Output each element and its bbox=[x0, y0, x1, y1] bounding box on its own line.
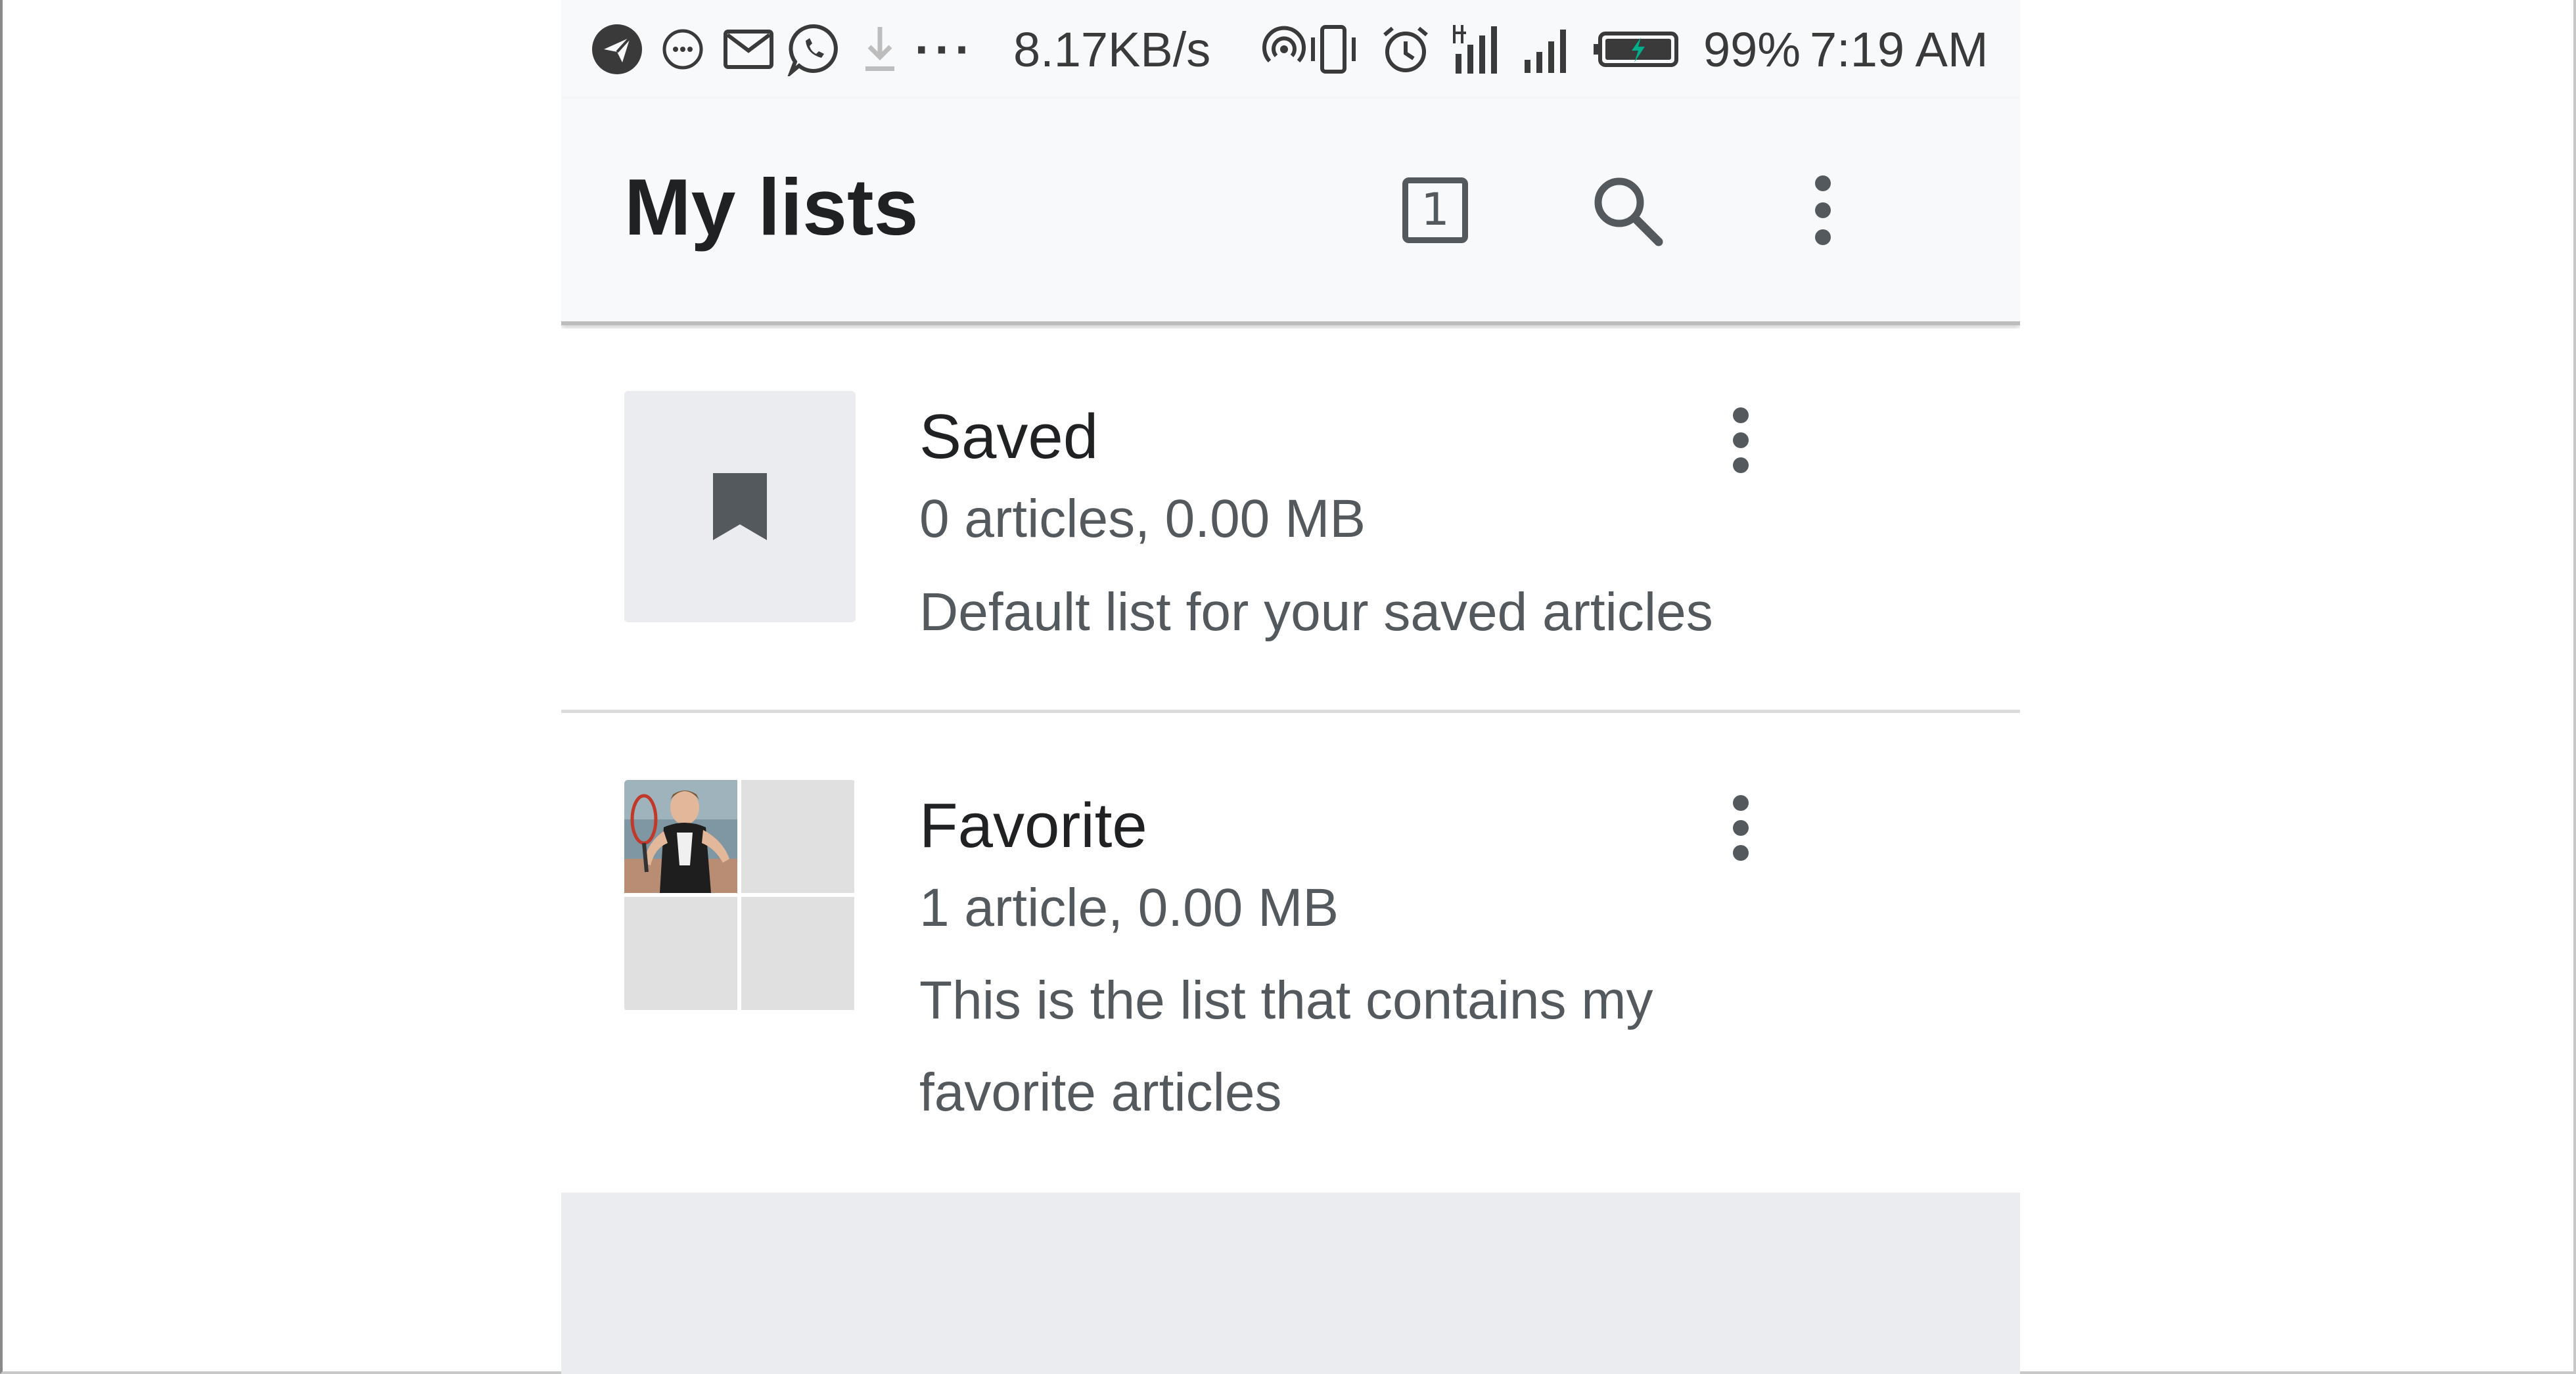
messenger-icon bbox=[656, 20, 709, 79]
list-title: Saved bbox=[919, 401, 1099, 472]
status-bar: ··· 8.17KB/s 99% 7:19 AM bbox=[561, 0, 2020, 99]
list-overflow-button[interactable] bbox=[1708, 394, 1774, 486]
list-item-saved[interactable]: Saved 0 articles, 0.00 MB Default list f… bbox=[561, 329, 2020, 713]
whatsapp-icon bbox=[785, 20, 844, 79]
empty-thumbnail-cell bbox=[741, 897, 854, 1010]
network-speed: 8.17KB/s bbox=[1013, 22, 1211, 77]
gmail-icon bbox=[719, 20, 778, 79]
empty-thumbnail-cell bbox=[624, 897, 737, 1010]
battery-percent: 99% bbox=[1703, 22, 1801, 77]
empty-list-area bbox=[561, 1193, 2020, 1374]
list-meta: 0 articles, 0.00 MB bbox=[919, 489, 1366, 549]
list-description: This is the list that contains my favori… bbox=[919, 971, 1653, 1122]
page-frame: ··· 8.17KB/s 99% 7:19 AM My lists 1 Save… bbox=[0, 0, 2576, 1374]
article-thumbnail-image bbox=[624, 780, 737, 893]
signal-bars-icon bbox=[1517, 20, 1576, 79]
overflow-menu-button[interactable] bbox=[1777, 164, 1869, 256]
list-title: Favorite bbox=[919, 790, 1147, 861]
vibrate-icon bbox=[1300, 20, 1366, 79]
clock-time: 7:19 AM bbox=[1810, 22, 1989, 77]
more-vert-icon bbox=[1733, 795, 1749, 861]
list-item-favorite[interactable]: Favorite 1 article, 0.00 MB This is the … bbox=[561, 716, 2020, 1193]
tab-count-badge: 1 bbox=[1402, 177, 1468, 243]
phone-screen: ··· 8.17KB/s 99% 7:19 AM My lists 1 Save… bbox=[561, 0, 2020, 1374]
more-notifications-icon: ··· bbox=[915, 22, 975, 77]
list-description: Default list for your saved articles bbox=[919, 582, 1713, 642]
more-vert-icon bbox=[1815, 175, 1831, 245]
signal-4g-icon bbox=[1448, 20, 1507, 79]
download-icon bbox=[854, 20, 906, 79]
search-icon bbox=[1594, 177, 1663, 246]
list-thumbnail bbox=[624, 391, 856, 622]
search-button[interactable] bbox=[1581, 164, 1673, 256]
app-bar: My lists 1 bbox=[561, 99, 2020, 325]
battery-charging-icon bbox=[1590, 20, 1682, 79]
telegram-icon bbox=[587, 20, 647, 79]
page-title: My lists bbox=[624, 162, 919, 252]
list-thumbnail-grid bbox=[624, 780, 856, 1011]
tabs-counter-button[interactable]: 1 bbox=[1389, 164, 1481, 256]
empty-thumbnail-cell bbox=[741, 780, 854, 893]
more-vert-icon bbox=[1733, 407, 1749, 473]
list-meta: 1 article, 0.00 MB bbox=[919, 878, 1339, 938]
bookmark-icon bbox=[713, 473, 767, 540]
alarm-icon bbox=[1376, 20, 1435, 79]
list-overflow-button[interactable] bbox=[1708, 782, 1774, 874]
